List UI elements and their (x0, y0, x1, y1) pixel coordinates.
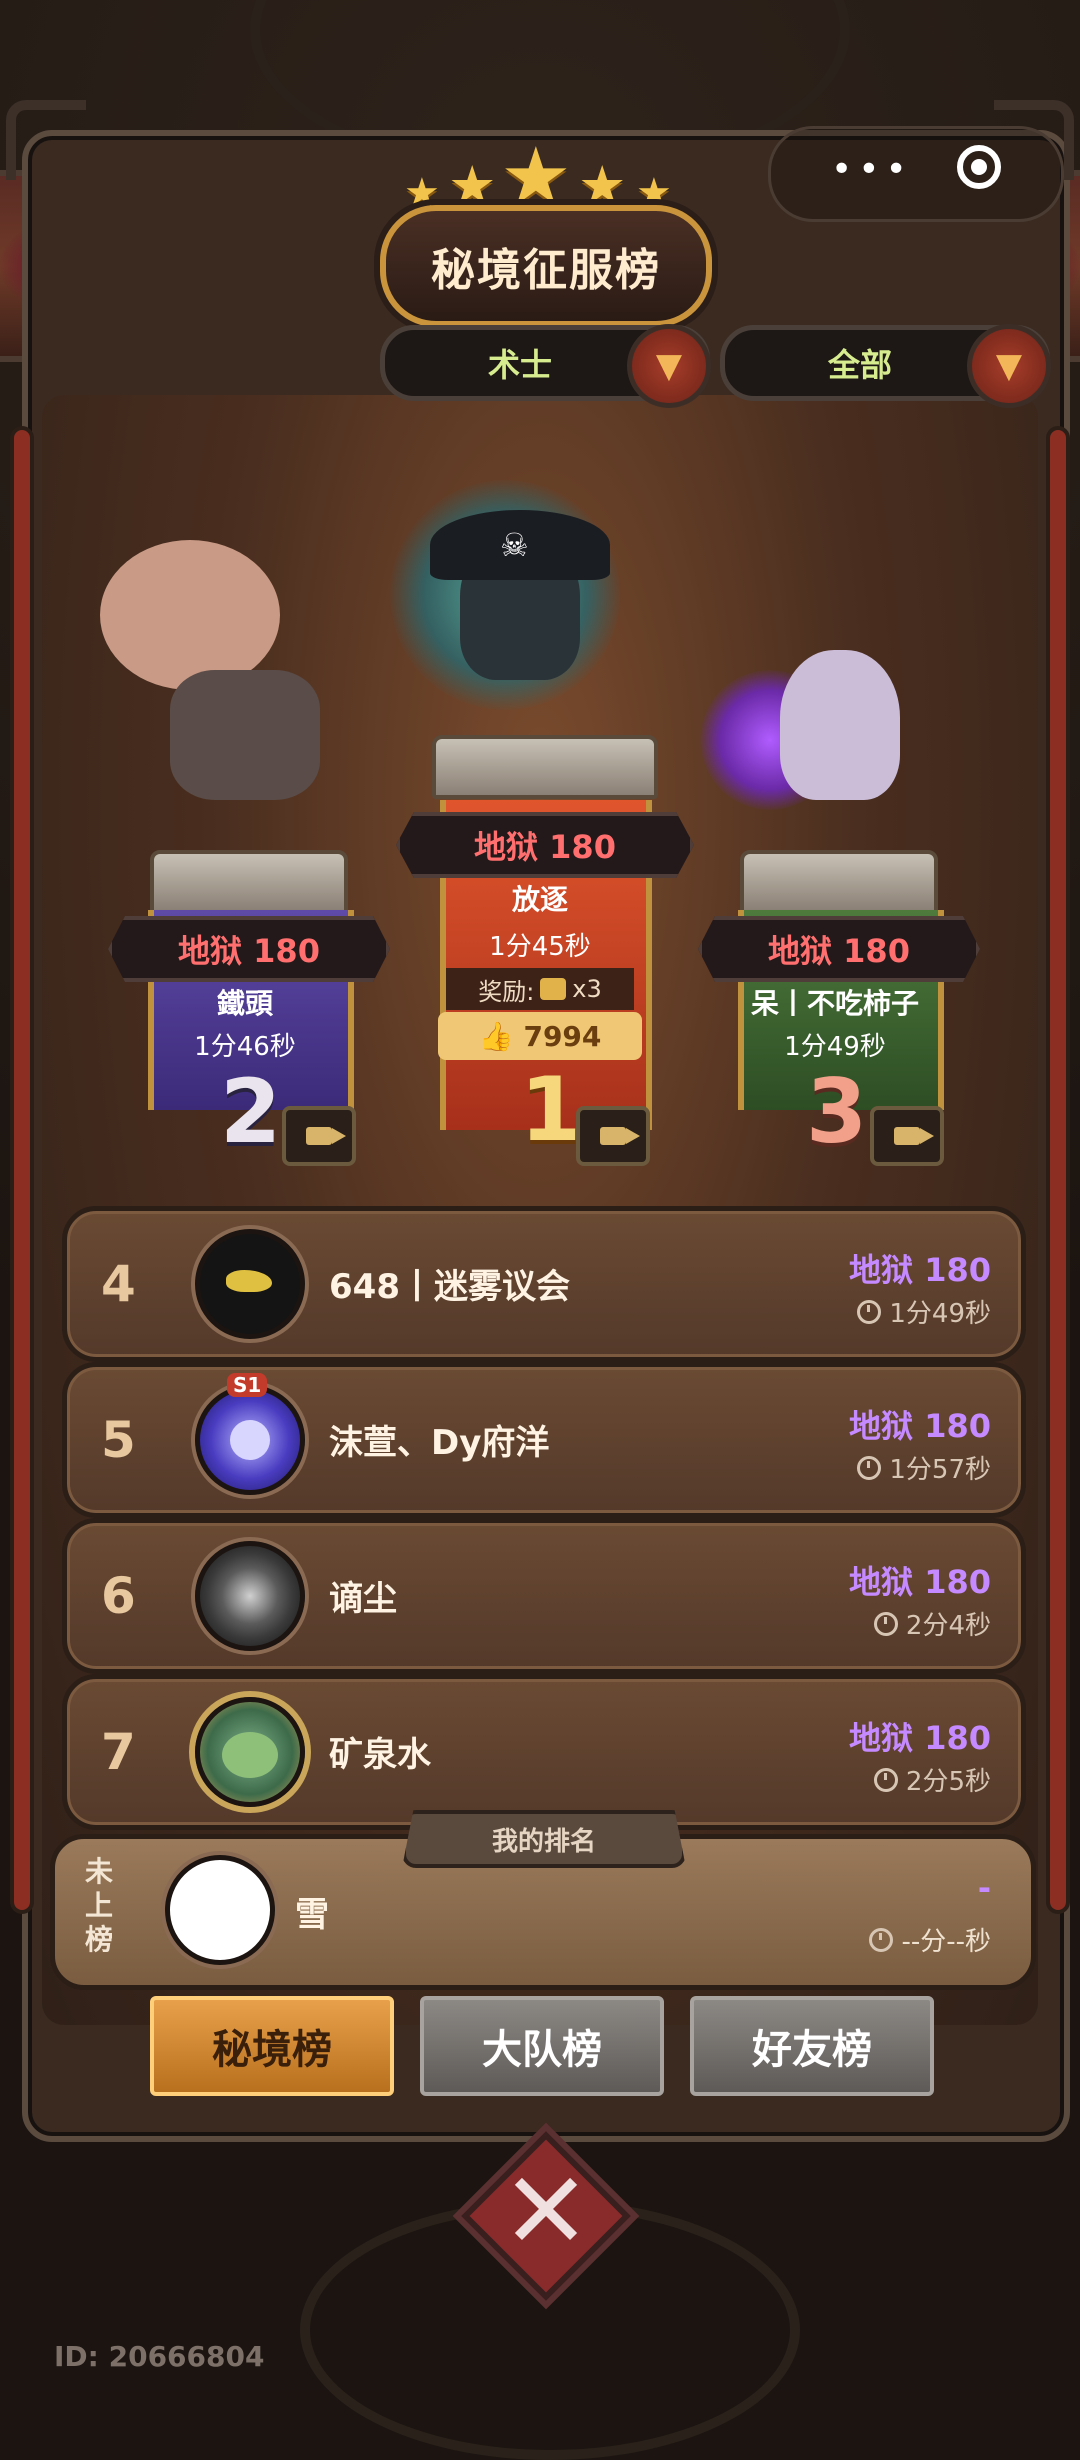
side-rail-left (14, 430, 30, 1910)
chevron-down-icon[interactable]: ▼ (627, 324, 711, 408)
leaderboard-row[interactable]: 6 谪尘 地狱 180 2分4秒 (62, 1518, 1026, 1674)
avatar[interactable] (165, 1855, 275, 1965)
clock-icon (869, 1927, 894, 1952)
row-player-name: 沫萱、Dy府洋 (329, 1423, 550, 1463)
tiger-icon (222, 1568, 278, 1624)
like-count: 7994 (523, 1019, 602, 1053)
pedestal-top (740, 850, 938, 914)
video-camera-icon (306, 1127, 346, 1145)
rank-2-replay-button[interactable] (282, 1106, 356, 1166)
rank-3-time: 1分49秒 (784, 1032, 886, 1062)
row-time: 1分57秒 (857, 1449, 991, 1486)
video-camera-icon (894, 1127, 934, 1145)
tab-secret-realm[interactable]: 秘境榜 (150, 1996, 394, 2096)
row-time: 1分49秒 (857, 1293, 991, 1330)
my-level: - (977, 1869, 991, 1907)
reward-label: 奖励: (478, 977, 535, 1006)
treasure-chest-icon (540, 978, 567, 1000)
user-id: ID: 20666804 (54, 2340, 265, 2373)
rank-2-name: 鐵頭 (216, 987, 273, 1020)
rank-3-level: 地狱 180 (698, 916, 980, 982)
row-player-name: 谪尘 (329, 1579, 397, 1619)
video-camera-icon (600, 1127, 640, 1145)
row-rank: 7 (101, 1723, 136, 1781)
rank-2-number: 2 (220, 1060, 282, 1163)
rank-2-level: 地狱 180 (108, 916, 390, 982)
rank-3-name: 呆丨不吃柿子 (750, 987, 919, 1020)
knight-helmet (780, 650, 900, 800)
close-target-icon[interactable] (957, 145, 1001, 189)
row-rank: 5 (101, 1411, 136, 1469)
row-time: 2分5秒 (873, 1761, 991, 1798)
leaderboard-row[interactable]: 5 S1 沫萱、Dy府洋 地狱 180 1分57秒 (62, 1362, 1026, 1518)
row-rank: 4 (101, 1255, 136, 1313)
bull-icon (226, 1270, 272, 1292)
leaderboard-row[interactable]: 4 648丨迷雾议会 地狱 180 1分49秒 (62, 1206, 1026, 1362)
skull-icon: ☠ (500, 526, 529, 564)
mini-program-capsule[interactable]: ••• (768, 126, 1064, 222)
my-player-name: 雪 (295, 1895, 329, 1935)
row-level: 地狱 180 (849, 1719, 991, 1757)
rank-1-reward: 奖励: x3 (446, 968, 634, 1010)
avatar[interactable] (195, 1385, 305, 1495)
rank-1-number: 1 (520, 1058, 582, 1161)
side-rail-right (1050, 430, 1066, 1910)
row-rank: 6 (101, 1567, 136, 1625)
tab-squad[interactable]: 大队榜 (420, 1996, 664, 2096)
avatar[interactable] (195, 1541, 305, 1651)
frog-icon (222, 1732, 278, 1778)
row-level: 地狱 180 (849, 1251, 991, 1289)
pedestal-top (432, 735, 658, 799)
row-player-name: 矿泉水 (329, 1735, 431, 1775)
rank-1-level: 地狱 180 (396, 812, 694, 878)
rank-3-replay-button[interactable] (870, 1106, 944, 1166)
more-icon[interactable]: ••• (831, 149, 913, 190)
avatar[interactable] (195, 1229, 305, 1339)
leaderboard-row[interactable]: 7 矿泉水 地狱 180 2分5秒 (62, 1674, 1026, 1830)
my-rank-status: 未上榜 (85, 1855, 114, 1956)
ogre-armor (170, 670, 320, 800)
clock-icon (873, 1611, 898, 1636)
tab-friends[interactable]: 好友榜 (690, 1996, 934, 2096)
row-player-name: 648丨迷雾议会 (329, 1267, 570, 1307)
pedestal-top (150, 850, 348, 914)
row-level: 地狱 180 (849, 1563, 991, 1601)
clock-icon (857, 1455, 882, 1480)
my-time: --分--秒 (869, 1921, 991, 1958)
row-time-value: 2分4秒 (905, 1611, 991, 1641)
rank-1-replay-button[interactable] (576, 1106, 650, 1166)
row-time-value: 1分49秒 (889, 1299, 991, 1329)
class-filter-dropdown[interactable]: 术士 ▼ (380, 324, 711, 408)
page-title: 秘境征服榜 (380, 205, 712, 327)
my-time-value: --分--秒 (901, 1927, 991, 1957)
avatar[interactable] (195, 1697, 305, 1807)
reward-count: x3 (572, 975, 602, 1003)
row-time: 2分4秒 (873, 1605, 991, 1642)
hero-pirate-figure: ☠ (340, 440, 670, 740)
moon-icon (230, 1420, 270, 1460)
chevron-down-icon[interactable]: ▼ (967, 324, 1051, 408)
rank-1-name: 放逐 (511, 883, 568, 916)
row-time-value: 1分57秒 (889, 1455, 991, 1485)
thumbs-up-icon: 👍 (478, 1019, 514, 1053)
row-time-value: 2分5秒 (905, 1767, 991, 1797)
hero-ogre-figure (90, 540, 370, 840)
season-badge: S1 (227, 1373, 268, 1397)
ogre-head (100, 540, 280, 690)
row-level: 地狱 180 (849, 1407, 991, 1445)
rank-3-number: 3 (806, 1060, 868, 1163)
hero-knight-figure (700, 630, 960, 850)
clock-icon (857, 1299, 882, 1324)
rank-2-time: 1分46秒 (194, 1032, 296, 1062)
scope-filter-dropdown[interactable]: 全部 ▼ (720, 324, 1051, 408)
clock-icon (873, 1767, 898, 1792)
like-button[interactable]: 👍 7994 (438, 1012, 642, 1060)
rank-1-time: 1分45秒 (489, 932, 591, 962)
my-rank-label: 我的排名 (402, 1810, 686, 1868)
